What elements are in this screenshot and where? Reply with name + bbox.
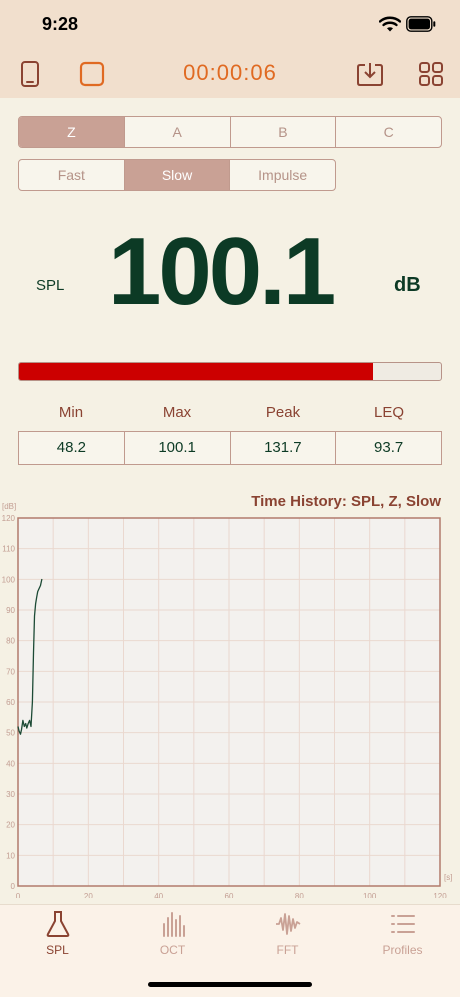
y-tick-label: 10: [6, 851, 15, 860]
stat-label-min: Min: [58, 404, 84, 421]
x-tick-label: 60: [225, 892, 234, 898]
y-tick-label: 50: [6, 729, 15, 738]
level-bar: [18, 362, 442, 381]
response-option-fast[interactable]: Fast: [19, 160, 125, 190]
octave-bars-icon: [163, 912, 185, 937]
y-tick-label: 80: [6, 637, 15, 646]
x-tick-label: 40: [154, 892, 163, 898]
home-indicator: [148, 982, 312, 987]
stats-labels: Min Max Peak LEQ: [18, 404, 442, 421]
response-option-slow[interactable]: Slow: [124, 160, 231, 190]
level-bar-fill: [19, 363, 374, 380]
y-tick-label: 70: [6, 667, 15, 676]
x-tick-label: 100: [363, 892, 377, 898]
tab-spl[interactable]: SPL: [0, 905, 115, 965]
weighting-option-z[interactable]: Z: [19, 117, 125, 147]
y-tick-label: 60: [6, 698, 15, 707]
tab-profiles-label: Profiles: [382, 943, 423, 957]
stat-label-leq: LEQ: [373, 404, 404, 421]
waveform-icon: [276, 913, 301, 935]
flask-icon: [46, 911, 70, 937]
toolbar: 00:00:06: [0, 50, 460, 98]
tab-spl-label: SPL: [46, 943, 69, 957]
tab-fft-label: FFT: [276, 943, 299, 957]
y-tick-label: 110: [2, 545, 15, 554]
sound-meter-app: 9:28 00:00:06 Z A B C Fast Slow Impulse …: [0, 0, 460, 997]
status-bar: 9:28: [0, 0, 460, 50]
list-icon: [391, 915, 415, 933]
stat-label-max: Max: [162, 404, 192, 421]
spl-value: 100.1: [108, 218, 336, 325]
stat-value-min: 48.2: [19, 432, 125, 464]
weighting-option-a[interactable]: A: [125, 117, 231, 147]
y-tick-label: 20: [6, 821, 15, 830]
stats-values: 48.2 100.1 131.7 93.7: [18, 431, 442, 465]
response-option-impulse[interactable]: Impulse: [230, 160, 335, 190]
tab-oct-label: OCT: [159, 943, 186, 957]
x-tick-label: 20: [84, 892, 93, 898]
tab-profiles[interactable]: Profiles: [345, 905, 460, 965]
x-tick-label: 120: [433, 892, 447, 898]
x-tick-label: 80: [295, 892, 304, 898]
y-tick-label: 90: [6, 606, 15, 615]
weighting-option-c[interactable]: C: [336, 117, 441, 147]
spl-label: SPL: [36, 277, 65, 294]
y-tick-label: 30: [6, 790, 15, 799]
stat-value-max: 100.1: [125, 432, 231, 464]
weighting-option-b[interactable]: B: [231, 117, 337, 147]
y-tick-label: 0: [11, 882, 16, 891]
stat-label-peak: Peak: [265, 404, 301, 421]
battery-icon: [406, 16, 436, 32]
tab-oct[interactable]: OCT: [115, 905, 230, 965]
save-icon[interactable]: [356, 60, 384, 88]
wifi-icon: [379, 16, 401, 32]
time-history-chart: 0 10 20 30 40 50 60 70 80 90 100 110 120 0 20 40 60 80 100…: [2, 514, 448, 898]
elapsed-timer: 00:00:06: [183, 60, 277, 85]
grid-menu-icon[interactable]: [417, 60, 445, 88]
x-tick-label: 0: [16, 892, 21, 898]
weighting-selector: Z A B C: [18, 116, 442, 148]
y-tick-label: 40: [6, 759, 15, 768]
status-time: 9:28: [42, 14, 79, 34]
response-selector: Fast Slow Impulse: [18, 159, 336, 191]
unit-label: dB: [394, 274, 421, 296]
tab-fft[interactable]: FFT: [230, 905, 345, 965]
stat-value-peak: 131.7: [231, 432, 337, 464]
y-tick-label: 100: [2, 575, 16, 584]
y-tick-label: 120: [2, 514, 16, 523]
stat-value-leq: 93.7: [374, 439, 404, 456]
